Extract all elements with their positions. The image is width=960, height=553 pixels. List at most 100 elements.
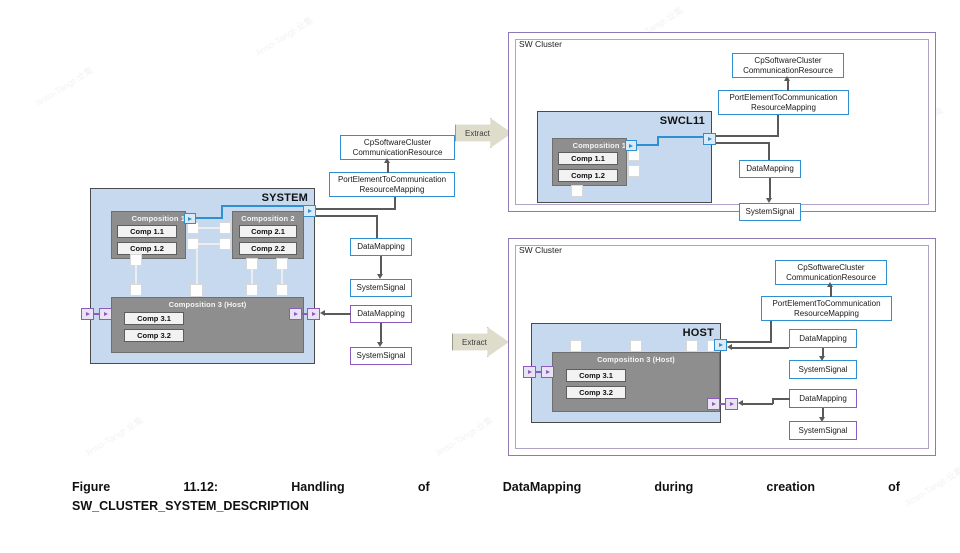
element-system-signal-purple[interactable]: SystemSignal (350, 347, 412, 365)
swcl11-component-comp-1-2[interactable]: Comp 1.2 (558, 169, 618, 182)
arrow-head-up-icon (827, 282, 833, 287)
element-cp-software-cluster-communication-resource[interactable]: CpSoftwareCluster CommunicationResource (340, 135, 455, 160)
arrow-head-left-icon (320, 310, 325, 316)
port-composition-1-blue[interactable] (184, 213, 196, 224)
connector-square (219, 238, 231, 250)
host-element-system-signal-purple[interactable]: SystemSignal (789, 421, 857, 440)
connector-square (628, 165, 640, 177)
host-port-right-blue[interactable] (714, 339, 727, 351)
swcl11-element-port-element-to-communication-resource-mapping[interactable]: PortElementToCommunication ResourceMappi… (718, 90, 849, 115)
sw-cluster-label-top: SW Cluster (519, 39, 562, 49)
host-component-comp-3-2[interactable]: Comp 3.2 (566, 386, 626, 399)
blue-connection-line (221, 205, 311, 207)
port-system-blue[interactable] (303, 205, 316, 217)
host-element-port-element-to-communication-resource-mapping[interactable]: PortElementToCommunication ResourceMappi… (761, 296, 892, 321)
arrow-head-left-icon (738, 400, 743, 406)
system-title: SYSTEM (261, 192, 308, 204)
swcl11-composition-1[interactable]: Composition 1 Comp 1.1 Comp 1.2 (552, 138, 627, 186)
connector-line (135, 265, 137, 285)
caption-word: of (417, 480, 430, 494)
connection-line (727, 341, 772, 343)
element-system-signal-blue[interactable]: SystemSignal (350, 279, 412, 297)
composition-3-host[interactable]: Composition 3 (Host) Comp 3.1 Comp 3.2 (111, 297, 304, 353)
pe-line-1: PortElementToCommunication (772, 299, 881, 309)
cp-line-1: CpSoftwareCluster (797, 263, 865, 273)
caption-line-2: SW_CLUSTER_SYSTEM_DESCRIPTION (72, 499, 309, 514)
caption-word: during (654, 480, 694, 494)
swcl11-element-data-mapping[interactable]: DataMapping (739, 160, 801, 178)
watermark: Jinso-Tangt-业集 (82, 414, 145, 459)
element-data-mapping-blue[interactable]: DataMapping (350, 238, 412, 256)
port-system-right-purple[interactable] (307, 308, 320, 320)
port-system-left-inner[interactable] (99, 308, 112, 320)
arrow-head-left-icon (727, 344, 732, 350)
connection-line (325, 313, 351, 315)
caption-word: 11.12: (183, 480, 219, 494)
connector-square (570, 340, 582, 352)
element-port-element-to-communication-resource-mapping[interactable]: PortElementToCommunication ResourceMappi… (329, 172, 455, 197)
extract-label: Extract (465, 128, 490, 138)
watermark: Jinso-Tangt-业集 (432, 414, 495, 459)
extract-arrow-top[interactable]: Extract (455, 118, 512, 148)
connection-line (316, 215, 378, 217)
pe-line-1: PortElementToCommunication (337, 175, 447, 185)
connection-line (716, 142, 770, 144)
caption-word: DataMapping (502, 480, 582, 494)
extract-arrow-bottom[interactable]: Extract (452, 327, 509, 357)
swcl11-element-cp-software-cluster-communication-resource[interactable]: CpSoftwareCluster CommunicationResource (732, 53, 844, 78)
composition-2-label: Composition 2 (241, 214, 295, 223)
cp-line-2: CommunicationResource (743, 65, 833, 75)
connector-line (198, 227, 220, 229)
watermark: Jinso-Tangt-业集 (252, 14, 315, 59)
swcl11-port-composition-1[interactable] (625, 140, 637, 151)
component-comp-2-1[interactable]: Comp 2.1 (239, 225, 297, 238)
swcl11-title: SWCL11 (659, 115, 705, 127)
caption-line-1: Figure 11.12: Handling of DataMapping during c… (72, 478, 900, 497)
connection-line (716, 135, 779, 137)
connection-line (394, 197, 396, 209)
connector-square (246, 284, 258, 296)
connection-line (772, 398, 790, 400)
pe-line-2: ResourceMapping (359, 184, 425, 194)
element-data-mapping-purple[interactable]: DataMapping (350, 305, 412, 323)
arrow-shaft (769, 178, 771, 200)
host-composition-3[interactable]: Composition 3 (Host) Comp 3.1 Comp 3.2 (552, 352, 720, 412)
connection-line (768, 142, 770, 162)
component-comp-2-2[interactable]: Comp 2.2 (239, 242, 297, 255)
host-element-system-signal-blue[interactable]: SystemSignal (789, 360, 857, 379)
connection-line (770, 321, 772, 342)
caption-word: creation (766, 480, 816, 494)
figure-caption: Figure 11.12: Handling of DataMapping during c… (72, 478, 900, 517)
host-port-left-inner[interactable] (541, 366, 554, 378)
connector-square (571, 185, 583, 197)
composition-1[interactable]: Composition 1 Comp 1.1 Comp 1.2 (111, 211, 186, 259)
host-element-data-mapping-purple[interactable]: DataMapping (789, 389, 857, 408)
composition-2[interactable]: Composition 2 Comp 2.1 Comp 2.2 (232, 211, 304, 259)
component-comp-1-2[interactable]: Comp 1.2 (117, 242, 177, 255)
swcl11-element-system-signal[interactable]: SystemSignal (739, 203, 801, 221)
pe-line-1: PortElementToCommunication (729, 93, 838, 103)
swcl11-port-right[interactable] (703, 133, 716, 145)
caption-word: Figure (72, 480, 111, 494)
connector-line (251, 269, 253, 285)
arrow-shaft (380, 323, 382, 344)
host-composition-3-label: Composition 3 (Host) (597, 355, 675, 364)
caption-word: Handling (291, 480, 345, 494)
figure-canvas: Jinso-Tangt-业集 Jinso-Tangt-业集 Jinso-Tang… (0, 0, 960, 553)
host-component-comp-3-1[interactable]: Comp 3.1 (566, 369, 626, 382)
cp-line-2: CommunicationResource (786, 272, 876, 282)
connector-line (281, 269, 283, 285)
blue-connection-line (657, 136, 706, 138)
host-port-outer-purple[interactable] (725, 398, 738, 410)
component-comp-3-2[interactable]: Comp 3.2 (124, 329, 184, 342)
cp-line-1: CpSoftwareCluster (754, 56, 822, 66)
host-element-data-mapping-blue[interactable]: DataMapping (789, 329, 857, 348)
arrow-head-up-icon (384, 158, 390, 163)
connection-line (376, 215, 378, 239)
component-comp-3-1[interactable]: Comp 3.1 (124, 312, 184, 325)
swcl11-component-comp-1-1[interactable]: Comp 1.1 (558, 152, 618, 165)
host-title: HOST (682, 327, 714, 339)
component-comp-1-1[interactable]: Comp 1.1 (117, 225, 177, 238)
watermark: Jinso-Tangt-业集 (32, 64, 95, 109)
connector-square (686, 340, 698, 352)
